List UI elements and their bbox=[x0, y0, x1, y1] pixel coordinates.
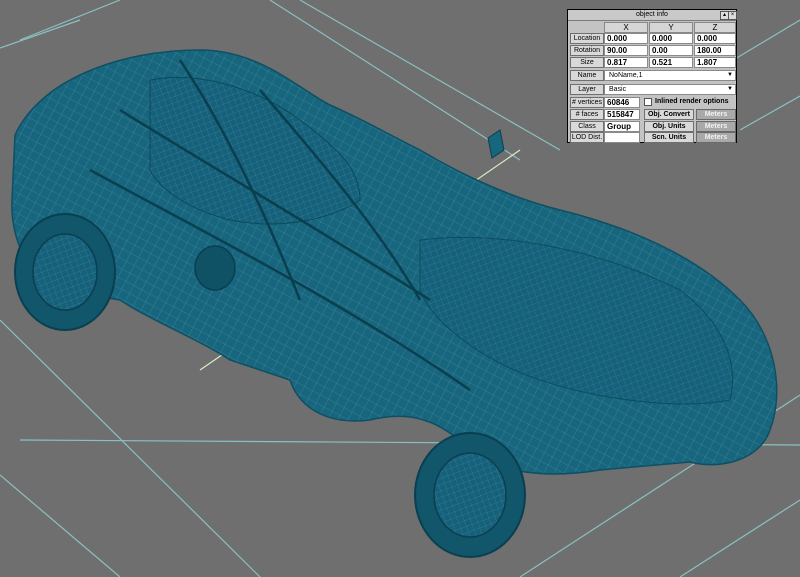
wheel-rear-left bbox=[194, 245, 236, 291]
rotation-z-field[interactable]: 180.00 bbox=[694, 45, 736, 56]
panel-titlebar[interactable]: object info ▴ × bbox=[568, 10, 737, 21]
class-value: Group bbox=[604, 121, 640, 132]
layer-value: Basic bbox=[609, 86, 627, 93]
location-y-field[interactable]: 0.000 bbox=[649, 33, 693, 44]
size-x-field[interactable]: 0.817 bbox=[604, 57, 648, 68]
scn-units-value[interactable]: Meters bbox=[696, 132, 736, 143]
column-header-z: Z bbox=[694, 22, 736, 33]
location-z-field[interactable]: 0.000 bbox=[694, 33, 736, 44]
chevron-down-icon: ▼ bbox=[727, 86, 733, 92]
obj-units-value[interactable]: Meters bbox=[696, 121, 736, 132]
name-select[interactable]: NoName,1 ▼ bbox=[604, 70, 736, 81]
lod-dist-label: LOD Dist. bbox=[570, 132, 604, 143]
object-info-panel: object info ▴ × X Y Z Location 0.000 0.0… bbox=[567, 9, 737, 143]
chevron-down-icon: ▼ bbox=[727, 72, 733, 78]
size-label: Size bbox=[570, 57, 604, 68]
obj-convert-button[interactable]: Obj. Convert bbox=[644, 109, 694, 120]
size-z-field[interactable]: 1.807 bbox=[694, 57, 736, 68]
rotation-y-field[interactable]: 0.00 bbox=[649, 45, 693, 56]
faces-value: 515847 bbox=[604, 109, 640, 120]
panel-title: object info bbox=[636, 11, 668, 18]
wheel-rear-right bbox=[414, 432, 526, 558]
faces-label: # faces bbox=[570, 109, 604, 120]
vertices-label: # vertices bbox=[570, 97, 604, 108]
name-label: Name bbox=[570, 70, 604, 81]
vertices-value: 60846 bbox=[604, 97, 640, 108]
class-label: Class bbox=[570, 121, 604, 132]
location-x-field[interactable]: 0.000 bbox=[604, 33, 648, 44]
scn-units-button[interactable]: Scn. Units bbox=[644, 132, 694, 143]
side-mirror bbox=[487, 129, 505, 159]
lod-dist-field[interactable] bbox=[604, 132, 640, 143]
obj-units-button[interactable]: Obj. Units bbox=[644, 121, 694, 132]
rotation-label: Rotation bbox=[570, 45, 604, 56]
size-y-field[interactable]: 0.521 bbox=[649, 57, 693, 68]
inlined-render-options-checkbox[interactable] bbox=[644, 98, 652, 106]
location-label: Location bbox=[570, 33, 604, 44]
layer-select[interactable]: Basic ▼ bbox=[604, 84, 736, 95]
close-icon[interactable]: × bbox=[728, 11, 737, 20]
column-header-y: Y bbox=[649, 22, 693, 33]
column-header-x: X bbox=[604, 22, 648, 33]
inlined-render-options-label: Inlined render options bbox=[655, 98, 729, 105]
name-value: NoName,1 bbox=[609, 72, 643, 79]
obj-convert-units[interactable]: Meters bbox=[696, 109, 736, 120]
wheel-front-left bbox=[14, 213, 116, 331]
layer-label: Layer bbox=[570, 84, 604, 95]
rotation-x-field[interactable]: 90.00 bbox=[604, 45, 648, 56]
